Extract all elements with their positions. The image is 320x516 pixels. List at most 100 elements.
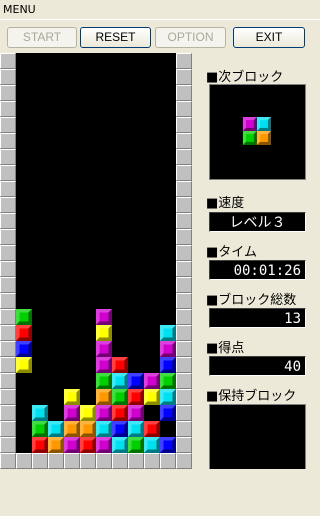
board-block (16, 357, 32, 373)
speed-label: ■速度 (206, 196, 245, 211)
wall-block (16, 453, 32, 469)
wall-block (176, 277, 192, 293)
wall-block (0, 85, 16, 101)
wall-block (64, 453, 80, 469)
score-value: 40 (209, 356, 306, 376)
board-block (144, 373, 160, 389)
time-label: ■タイム (206, 245, 258, 260)
board-block (96, 357, 112, 373)
wall-block (176, 389, 192, 405)
wall-block (176, 309, 192, 325)
wall-block (0, 53, 16, 69)
board-block (128, 437, 144, 453)
wall-block (0, 213, 16, 229)
board-block (160, 437, 176, 453)
board-block (80, 437, 96, 453)
board-block (48, 437, 64, 453)
wall-block (0, 309, 16, 325)
wall-block (176, 357, 192, 373)
board-canvas (0, 53, 192, 469)
block-count-value: 13 (209, 308, 306, 328)
wall-block (0, 229, 16, 245)
board-block (112, 357, 128, 373)
wall-block (176, 229, 192, 245)
time-value: 00:01:26 (209, 260, 306, 280)
board-block (96, 421, 112, 437)
board-block (32, 437, 48, 453)
board-block (64, 421, 80, 437)
wall-block (176, 341, 192, 357)
board-block (128, 389, 144, 405)
wall-block (0, 325, 16, 341)
wall-block (176, 437, 192, 453)
wall-block (176, 85, 192, 101)
wall-block (176, 325, 192, 341)
next-block-cell (257, 131, 271, 145)
wall-block (160, 453, 176, 469)
wall-block (112, 453, 128, 469)
wall-block (0, 133, 16, 149)
game-board (0, 53, 192, 469)
board-block (16, 309, 32, 325)
wall-block (0, 389, 16, 405)
board-block (160, 389, 176, 405)
board-block (16, 341, 32, 357)
wall-block (0, 421, 16, 437)
wall-block (0, 181, 16, 197)
wall-block (0, 405, 16, 421)
board-block (80, 421, 96, 437)
wall-block (0, 101, 16, 117)
board-block (112, 389, 128, 405)
wall-block (0, 357, 16, 373)
toolbar: START RESET OPTION EXIT (0, 20, 320, 52)
board-block (16, 325, 32, 341)
board-block (32, 405, 48, 421)
board-block (32, 421, 48, 437)
wall-block (80, 453, 96, 469)
wall-block (32, 453, 48, 469)
board-block (64, 405, 80, 421)
next-block-canvas (243, 117, 271, 145)
reset-button[interactable]: RESET (80, 27, 151, 48)
board-block (64, 437, 80, 453)
option-button[interactable]: OPTION (155, 27, 226, 48)
wall-block (176, 197, 192, 213)
wall-block (176, 165, 192, 181)
wall-block (0, 277, 16, 293)
board-block (112, 421, 128, 437)
next-block-cell (243, 117, 257, 131)
board-block (96, 341, 112, 357)
wall-block (0, 165, 16, 181)
next-block-cell (243, 131, 257, 145)
start-button[interactable]: START (7, 27, 77, 48)
status-area (0, 469, 320, 516)
wall-block (0, 149, 16, 165)
score-label: ■得点 (206, 341, 245, 356)
wall-block (176, 117, 192, 133)
wall-block (0, 341, 16, 357)
board-block (160, 357, 176, 373)
board-block (96, 325, 112, 341)
wall-block (176, 453, 192, 469)
wall-block (48, 453, 64, 469)
wall-block (0, 293, 16, 309)
wall-block (176, 181, 192, 197)
wall-block (0, 261, 16, 277)
board-block (144, 437, 160, 453)
wall-block (128, 453, 144, 469)
menu-bar: MENU (0, 0, 320, 20)
board-block (128, 373, 144, 389)
board-block (96, 437, 112, 453)
next-block-cell (257, 117, 271, 131)
wall-block (176, 245, 192, 261)
wall-block (176, 405, 192, 421)
exit-button[interactable]: EXIT (233, 27, 305, 48)
menu-item-menu[interactable]: MENU (3, 3, 36, 16)
board-block (160, 341, 176, 357)
board-block (144, 421, 160, 437)
board-block (96, 389, 112, 405)
wall-block (0, 69, 16, 85)
board-block (96, 373, 112, 389)
wall-block (0, 437, 16, 453)
wall-block (176, 373, 192, 389)
